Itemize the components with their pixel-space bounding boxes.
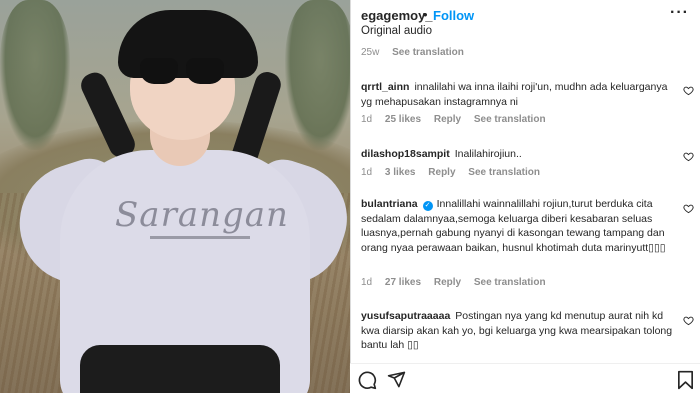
comment-time: 1d [361, 114, 373, 125]
post-photo[interactable]: Sarangan [0, 0, 350, 393]
comment-username[interactable]: yusufsaputraaaaa [361, 310, 450, 322]
original-audio-link[interactable]: Original audio [361, 25, 432, 37]
reply-button[interactable]: Reply [434, 114, 461, 125]
post-author-username[interactable]: egagemoy_ [361, 8, 433, 23]
photo-sunglasses-left [140, 58, 178, 84]
share-icon[interactable] [387, 370, 406, 389]
panel-divider [350, 0, 351, 393]
bookmark-icon[interactable] [677, 370, 694, 390]
heart-icon[interactable] [683, 85, 694, 96]
comment-meta: 1d 27 likes Reply See translation [361, 277, 556, 288]
comment-likes[interactable]: 3 likes [385, 167, 416, 178]
comment-username[interactable]: qrrtl_ainn [361, 81, 409, 93]
comment-item: qrrtl_ainn innalilahi wa inna ilaihi roji… [361, 80, 676, 109]
comment-time: 1d [361, 277, 373, 288]
previous-comment-meta: 25w See translation [361, 47, 474, 58]
comment-item: dilashop18sampit Inalilahirojiun.. [361, 147, 676, 162]
reply-button[interactable]: Reply [428, 167, 455, 178]
comment-item: bulantriana ✓ Innalillahi wainnalillahi ro… [361, 197, 676, 255]
comment-likes[interactable]: 27 likes [385, 277, 421, 288]
more-options-icon[interactable]: ··· [670, 4, 689, 22]
verified-badge-icon: ✓ [422, 201, 433, 211]
comment-meta: 1d 3 likes Reply See translation [361, 167, 550, 178]
comment-meta: 1d 25 likes Reply See translation [361, 114, 556, 125]
photo-shirt-print: Sarangan [115, 195, 289, 235]
reply-button[interactable]: Reply [434, 277, 461, 288]
comment-username[interactable]: dilashop18sampit [361, 148, 450, 160]
see-translation-link[interactable]: See translation [392, 47, 464, 58]
heart-icon[interactable] [683, 151, 694, 162]
heart-icon[interactable] [683, 315, 694, 326]
post-action-bar [350, 363, 700, 393]
see-translation-link[interactable]: See translation [474, 114, 546, 125]
post-header: egagemoy_ • Follow Original audio ··· [361, 4, 691, 44]
comment-username[interactable]: bulantriana [361, 198, 418, 210]
comment-item: yusufsaputraaaaa Postingan nya yang kd me… [361, 309, 676, 353]
heart-icon[interactable] [683, 203, 694, 214]
photo-pants [80, 345, 280, 393]
comment-time: 25w [361, 47, 380, 58]
photo-sunglasses-right [186, 58, 224, 84]
photo-tree-right [285, 0, 350, 150]
see-translation-link[interactable]: See translation [474, 277, 546, 288]
photo-shirt-print-underline [150, 236, 250, 239]
comment-icon[interactable] [357, 370, 377, 390]
follow-button[interactable]: Follow [433, 8, 474, 23]
comment-time: 1d [361, 167, 373, 178]
photo-tree-left [0, 0, 70, 150]
header-separator: • [423, 7, 428, 22]
see-translation-link[interactable]: See translation [468, 167, 540, 178]
comment-likes[interactable]: 25 likes [385, 114, 421, 125]
comment-text: Inalilahirojiun.. [454, 148, 522, 160]
